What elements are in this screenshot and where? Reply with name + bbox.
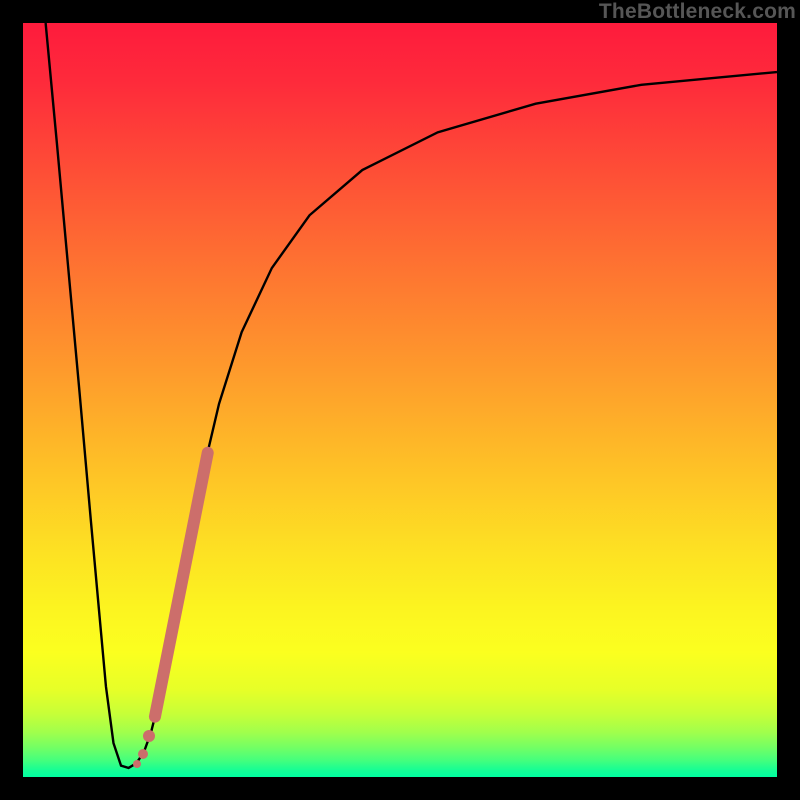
- curve-layer: [23, 23, 777, 777]
- plot-area: [23, 23, 777, 777]
- marker-dot-1: [143, 730, 155, 742]
- marker-dot-2: [138, 749, 148, 759]
- bottleneck-curve: [46, 23, 777, 768]
- marker-dot-3: [133, 760, 141, 768]
- watermark-text: TheBottleneck.com: [599, 0, 796, 24]
- chart-frame: TheBottleneck.com: [0, 0, 800, 800]
- highlight-segment: [155, 453, 208, 717]
